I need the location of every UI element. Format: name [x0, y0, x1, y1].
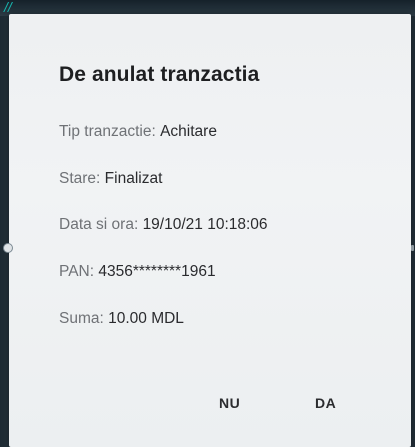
pan-label: PAN: — [59, 263, 99, 280]
status-row: Stare: Finalizat — [59, 170, 162, 188]
amount-row: Suma: 10.00 MDL — [59, 310, 184, 328]
transaction-type-row: Tip tranzactie: Achitare — [59, 123, 217, 141]
no-button[interactable]: NU — [211, 391, 248, 415]
status-label: Stare: — [59, 170, 105, 187]
right-side-indicator — [411, 245, 414, 251]
transaction-type-value: Achitare — [160, 123, 217, 140]
yes-button[interactable]: DA — [307, 391, 344, 415]
datetime-label: Data si ora: — [59, 216, 143, 233]
datetime-row: Data si ora: 19/10/21 10:18:06 — [59, 216, 268, 234]
status-glyph: // — [4, 0, 12, 15]
dialog-title: De anulat tranzactia — [59, 63, 260, 86]
amount-value: 10.00 MDL — [108, 310, 184, 327]
pan-row: PAN: 4356********1961 — [59, 263, 216, 281]
status-value: Finalizat — [104, 170, 163, 187]
datetime-value: 19/10/21 10:18:06 — [142, 216, 268, 233]
cancel-transaction-dialog: De anulat tranzactia Tip tranzactie: Ach… — [9, 14, 411, 447]
transaction-type-label: Tip tranzactie: — [59, 123, 161, 140]
left-side-indicator — [3, 243, 13, 253]
amount-label: Suma: — [59, 310, 109, 327]
pan-value: 4356********1961 — [98, 263, 216, 280]
